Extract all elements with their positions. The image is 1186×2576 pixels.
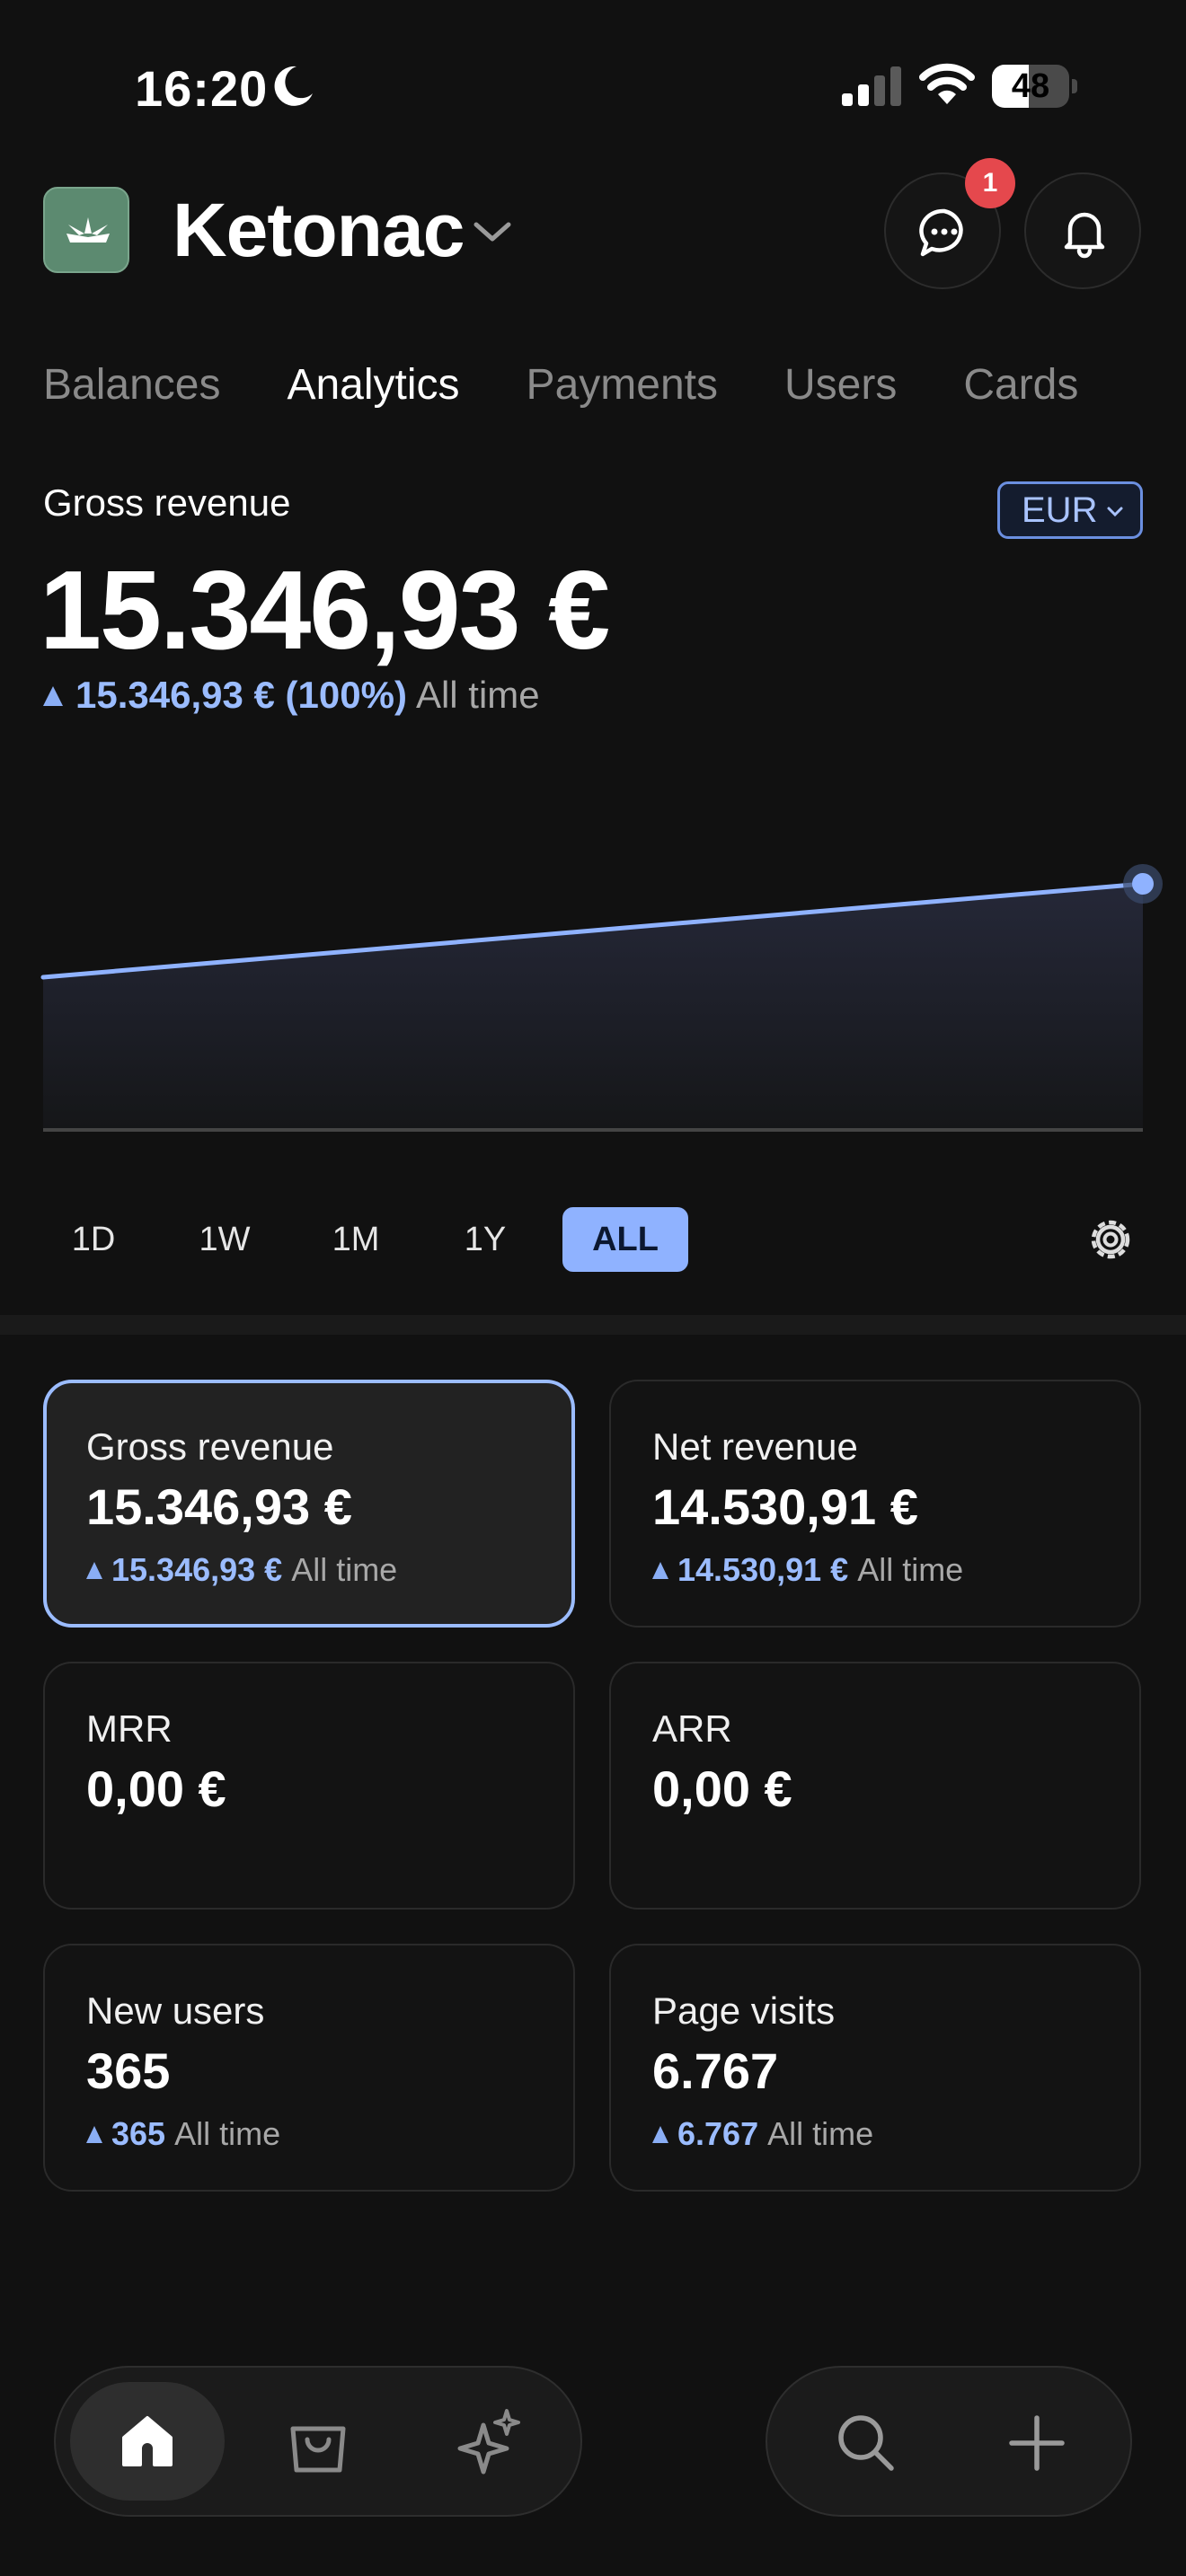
metric-value: 14.530,91 € bbox=[652, 1478, 918, 1535]
range-1d[interactable]: 1D bbox=[43, 1207, 144, 1272]
chart-end-point bbox=[1132, 873, 1154, 895]
plus-icon[interactable] bbox=[1006, 2413, 1067, 2474]
metric-delta: 6.767 All time bbox=[652, 2111, 1139, 2157]
messages-badge: 1 bbox=[965, 158, 1015, 208]
app-logo[interactable] bbox=[43, 187, 129, 273]
up-triangle-icon bbox=[652, 2126, 668, 2143]
bottom-nav-actions bbox=[766, 2366, 1132, 2517]
app-name[interactable]: Ketonac bbox=[173, 187, 465, 273]
range-1y[interactable]: 1Y bbox=[435, 1207, 535, 1272]
section-divider bbox=[0, 1315, 1186, 1335]
revenue-amount: 15.346,93 € bbox=[40, 549, 610, 673]
shopping-bag-icon[interactable] bbox=[282, 2407, 354, 2479]
up-triangle-icon bbox=[86, 2126, 102, 2143]
metric-value: 0,00 € bbox=[86, 1760, 226, 1817]
section-tabs: Balances Analytics Payments Users Cards bbox=[43, 354, 1078, 417]
notifications-button[interactable] bbox=[1024, 172, 1141, 289]
metric-value: 0,00 € bbox=[652, 1760, 792, 1817]
metric-title: ARR bbox=[652, 1707, 732, 1750]
tab-payments[interactable]: Payments bbox=[527, 354, 718, 417]
chart-area bbox=[43, 884, 1143, 1130]
metric-title: New users bbox=[86, 1989, 265, 2032]
metric-delta: 14.530,91 € All time bbox=[652, 1547, 1139, 1593]
up-triangle-icon bbox=[43, 686, 63, 706]
metric-title: MRR bbox=[86, 1707, 173, 1750]
tab-analytics[interactable]: Analytics bbox=[287, 354, 459, 417]
battery-percent: 48 bbox=[1011, 67, 1050, 105]
metric-value: 365 bbox=[86, 2042, 171, 2099]
revenue-label: Gross revenue bbox=[43, 481, 291, 524]
metric-value: 6.767 bbox=[652, 2042, 779, 2099]
status-bar: 16:20 48 bbox=[0, 0, 1186, 171]
range-all[interactable]: ALL bbox=[562, 1207, 688, 1272]
metric-delta: 365 All time bbox=[86, 2111, 573, 2157]
metric-title: Page visits bbox=[652, 1989, 836, 2032]
home-icon bbox=[122, 2416, 173, 2466]
range-1m[interactable]: 1M bbox=[305, 1207, 406, 1272]
tab-balances[interactable]: Balances bbox=[43, 354, 220, 417]
up-triangle-icon bbox=[86, 1562, 102, 1579]
metric-card-page-visits[interactable]: Page visits 6.767 6.767 All time bbox=[609, 1944, 1141, 2192]
battery-indicator: 48 bbox=[992, 65, 1078, 108]
metric-delta: 15.346,93 € All time bbox=[86, 1547, 571, 1593]
metric-value: 15.346,93 € bbox=[86, 1478, 352, 1535]
metric-card-new-users[interactable]: New users 365 365 All time bbox=[43, 1944, 575, 2192]
moon-icon bbox=[274, 66, 313, 106]
gear-icon[interactable] bbox=[1085, 1214, 1136, 1265]
tab-users[interactable]: Users bbox=[784, 354, 897, 417]
chevron-down-icon[interactable] bbox=[471, 214, 514, 250]
search-icon[interactable] bbox=[834, 2411, 898, 2475]
currency-selector[interactable]: EUR bbox=[997, 481, 1143, 539]
status-time: 16:20 bbox=[135, 60, 269, 117]
metric-title: Net revenue bbox=[652, 1425, 858, 1468]
chat-bubble-icon bbox=[919, 208, 963, 257]
currency-label: EUR bbox=[1022, 490, 1098, 530]
nav-home-button[interactable] bbox=[70, 2382, 225, 2501]
tab-cards[interactable]: Cards bbox=[963, 354, 1078, 417]
metric-card-net-revenue[interactable]: Net revenue 14.530,91 € 14.530,91 € All t… bbox=[609, 1380, 1141, 1628]
bottom-nav-primary bbox=[54, 2366, 582, 2517]
revenue-delta-period: All time bbox=[415, 674, 540, 716]
revenue-chart[interactable] bbox=[0, 844, 1186, 1150]
sparkle-icon[interactable] bbox=[451, 2405, 527, 2481]
metric-card-arr[interactable]: ARR 0,00 € bbox=[609, 1662, 1141, 1910]
revenue-delta-value: 15.346,93 € (100%) bbox=[75, 674, 407, 716]
metric-card-mrr[interactable]: MRR 0,00 € bbox=[43, 1662, 575, 1910]
app-logo-icon bbox=[66, 217, 110, 243]
chevron-down-icon bbox=[1107, 507, 1123, 517]
range-1w[interactable]: 1W bbox=[174, 1207, 275, 1272]
cellular-signal-icon bbox=[842, 66, 901, 106]
revenue-delta: 15.346,93 € (100%) All time bbox=[43, 668, 540, 722]
up-triangle-icon bbox=[652, 1562, 668, 1579]
metric-card-gross-revenue[interactable]: Gross revenue 15.346,93 € 15.346,93 € All… bbox=[43, 1380, 575, 1628]
wifi-icon bbox=[919, 63, 975, 104]
metric-title: Gross revenue bbox=[86, 1425, 334, 1468]
bell-icon bbox=[1064, 212, 1105, 259]
